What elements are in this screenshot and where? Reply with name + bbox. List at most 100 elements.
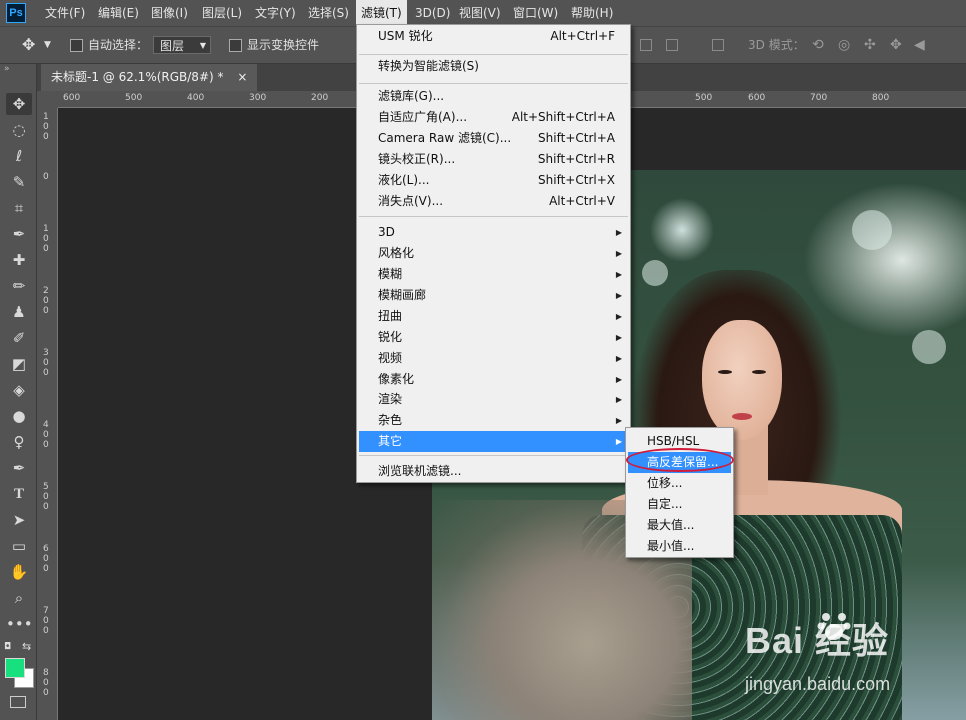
crop-tool-icon[interactable]: ⌗ xyxy=(6,197,32,219)
pen-tool-icon[interactable]: ✒ xyxy=(6,457,32,479)
menu-item-usm-sharpen[interactable]: USM 锐化 Alt+Ctrl+F xyxy=(359,26,628,47)
menu-item-label: 模糊画廊 xyxy=(378,288,427,302)
foreground-color-swatch[interactable] xyxy=(5,658,25,678)
pan-3d-icon[interactable]: ✣ xyxy=(864,27,876,63)
menu-item-convert-smart-filter[interactable]: 转换为智能滤镜(S) xyxy=(359,56,628,77)
quick-select-tool-icon[interactable]: ✎ xyxy=(6,171,32,193)
menu-item-blur[interactable]: 模糊 ▶ xyxy=(359,264,628,285)
menu-item-adaptive-wide-angle[interactable]: 自适应广角(A)... Alt+Shift+Ctrl+A xyxy=(359,107,628,128)
menu-item-liquify[interactable]: 液化(L)... Shift+Ctrl+X xyxy=(359,170,628,191)
lasso-tool-icon[interactable]: ℓ xyxy=(6,145,32,167)
move-tool-icon[interactable]: ✥ xyxy=(22,27,35,63)
ruler-label: 600 xyxy=(748,93,766,103)
bokeh-light xyxy=(852,210,892,250)
menu-item-vanishing-point[interactable]: 消失点(V)... Alt+Ctrl+V xyxy=(359,191,628,212)
menu-separator xyxy=(359,83,628,84)
scale-3d-icon[interactable]: ◀ xyxy=(914,27,925,63)
healing-brush-tool-icon[interactable]: ✚ xyxy=(6,249,32,271)
move-tool-icon[interactable]: ✥ xyxy=(6,93,32,115)
menu-3d[interactable]: 3D(D) xyxy=(410,0,455,26)
menu-select[interactable]: 选择(S) xyxy=(303,0,354,26)
more-tools-icon[interactable]: ••• xyxy=(6,613,33,635)
menu-item-shortcut: Shift+Ctrl+X xyxy=(538,173,615,187)
submenu-arrow-icon: ▶ xyxy=(615,437,622,446)
zoom-tool-icon[interactable]: ⌕ xyxy=(6,587,32,609)
roll-3d-icon[interactable]: ◎ xyxy=(838,27,850,63)
menu-item-render[interactable]: 渲染 ▶ xyxy=(359,389,628,410)
type-tool-icon[interactable]: T xyxy=(6,483,32,505)
menu-item-minimum[interactable]: 最小值... xyxy=(628,536,731,557)
submenu-arrow-icon: ▶ xyxy=(615,228,622,237)
align-icon[interactable] xyxy=(666,39,678,51)
menu-item-lens-correction[interactable]: 镜头校正(R)... Shift+Ctrl+R xyxy=(359,149,628,170)
menu-view[interactable]: 视图(V) xyxy=(454,0,506,26)
eyedropper-tool-icon[interactable]: ✒ xyxy=(6,223,32,245)
menu-item-stylize[interactable]: 风格化 ▶ xyxy=(359,243,628,264)
eraser-tool-icon[interactable]: ◩ xyxy=(6,353,32,375)
menu-separator xyxy=(359,216,628,217)
show-transform-checkbox[interactable] xyxy=(229,39,242,52)
hand-tool-icon[interactable]: ✋ xyxy=(6,561,32,583)
menu-item-maximum[interactable]: 最大值... xyxy=(628,515,731,536)
menu-item-label: 风格化 xyxy=(378,246,415,260)
menu-edit[interactable]: 编辑(E) xyxy=(93,0,144,26)
quick-mask-icon[interactable] xyxy=(10,696,26,708)
menu-window[interactable]: 窗口(W) xyxy=(508,0,563,26)
menu-item-noise[interactable]: 杂色 ▶ xyxy=(359,410,628,431)
baidu-watermark: Bai 经验 jingyan.baidu.com xyxy=(745,612,965,712)
auto-select-checkbox[interactable] xyxy=(70,39,83,52)
swap-colors-icon[interactable]: ⇆ xyxy=(22,640,31,653)
watermark-url: jingyan.baidu.com xyxy=(745,674,891,694)
menu-item-video[interactable]: 视频 ▶ xyxy=(359,348,628,369)
align-icon[interactable] xyxy=(640,39,652,51)
orbit-3d-icon[interactable]: ⟲ xyxy=(812,27,824,63)
menu-item-pixelate[interactable]: 像素化 ▶ xyxy=(359,369,628,390)
menu-filter[interactable]: 滤镜(T) xyxy=(356,0,407,26)
path-select-tool-icon[interactable]: ➤ xyxy=(6,509,32,531)
stamp-tool-icon[interactable]: ♟ xyxy=(6,301,32,323)
menu-separator xyxy=(359,54,628,55)
menu-help[interactable]: 帮助(H) xyxy=(566,0,618,26)
menu-item-label: 液化(L)... xyxy=(378,173,430,187)
marquee-tool-icon[interactable]: ◌ xyxy=(6,119,32,141)
default-colors-icon[interactable]: ◘ xyxy=(4,642,11,652)
close-icon[interactable]: × xyxy=(237,70,247,84)
collapse-icon[interactable]: » xyxy=(4,64,10,74)
paint-bucket-tool-icon[interactable]: ◈ xyxy=(6,379,32,401)
menu-item-custom[interactable]: 自定... xyxy=(628,494,731,515)
menu-item-3d[interactable]: 3D ▶ xyxy=(359,222,628,243)
menu-item-offset[interactable]: 位移... xyxy=(628,473,731,494)
menu-layer[interactable]: 图层(L) xyxy=(197,0,247,26)
menu-item-label: 浏览联机滤镜... xyxy=(378,464,462,478)
menu-item-camera-raw[interactable]: Camera Raw 滤镜(C)... Shift+Ctrl+A xyxy=(359,128,628,149)
menu-item-label: 自适应广角(A)... xyxy=(378,110,468,124)
menu-item-sharpen[interactable]: 锐化 ▶ xyxy=(359,327,628,348)
history-brush-tool-icon[interactable]: ✐ xyxy=(6,327,32,349)
blur-tool-icon[interactable]: ● xyxy=(6,405,32,427)
menu-file[interactable]: 文件(F) xyxy=(40,0,90,26)
menu-item-label: 转换为智能滤镜(S) xyxy=(378,59,479,73)
ruler-label: 100 xyxy=(43,224,49,254)
menu-item-filter-gallery[interactable]: 滤镜库(G)... xyxy=(359,86,628,107)
distribute-icon[interactable] xyxy=(712,39,724,51)
menu-item-browse-filters-online[interactable]: 浏览联机滤镜... xyxy=(359,461,628,482)
document-tab[interactable]: 未标题-1 @ 62.1%(RGB/8#) * × xyxy=(41,64,258,91)
menu-item-label: 杂色 xyxy=(378,413,403,427)
submenu-arrow-icon: ▶ xyxy=(615,270,622,279)
menu-item-distort[interactable]: 扭曲 ▶ xyxy=(359,306,628,327)
chevron-down-icon[interactable]: ▼ xyxy=(44,27,51,63)
brush-tool-icon[interactable]: ✏ xyxy=(6,275,32,297)
menu-item-high-pass[interactable]: 高反差保留... xyxy=(628,452,731,473)
show-transform-label: 显示变换控件 xyxy=(247,38,320,52)
auto-select-dropdown[interactable]: 图层 ▼ xyxy=(153,36,211,54)
menu-item-blur-gallery[interactable]: 模糊画廊 ▶ xyxy=(359,285,628,306)
slide-3d-icon[interactable]: ✥ xyxy=(890,27,902,63)
rectangle-tool-icon[interactable]: ▭ xyxy=(6,535,32,557)
menu-image[interactable]: 图像(I) xyxy=(146,0,193,26)
menu-item-other[interactable]: 其它 ▶ xyxy=(359,431,628,452)
dodge-tool-icon[interactable]: ♀ xyxy=(6,431,32,453)
menu-type[interactable]: 文字(Y) xyxy=(250,0,301,26)
filter-menu: USM 锐化 Alt+Ctrl+F 转换为智能滤镜(S) 滤镜库(G)... 自适… xyxy=(356,24,631,483)
menu-item-hsb-hsl[interactable]: HSB/HSL xyxy=(628,431,731,452)
menu-item-label: Camera Raw 滤镜(C)... xyxy=(378,131,512,145)
